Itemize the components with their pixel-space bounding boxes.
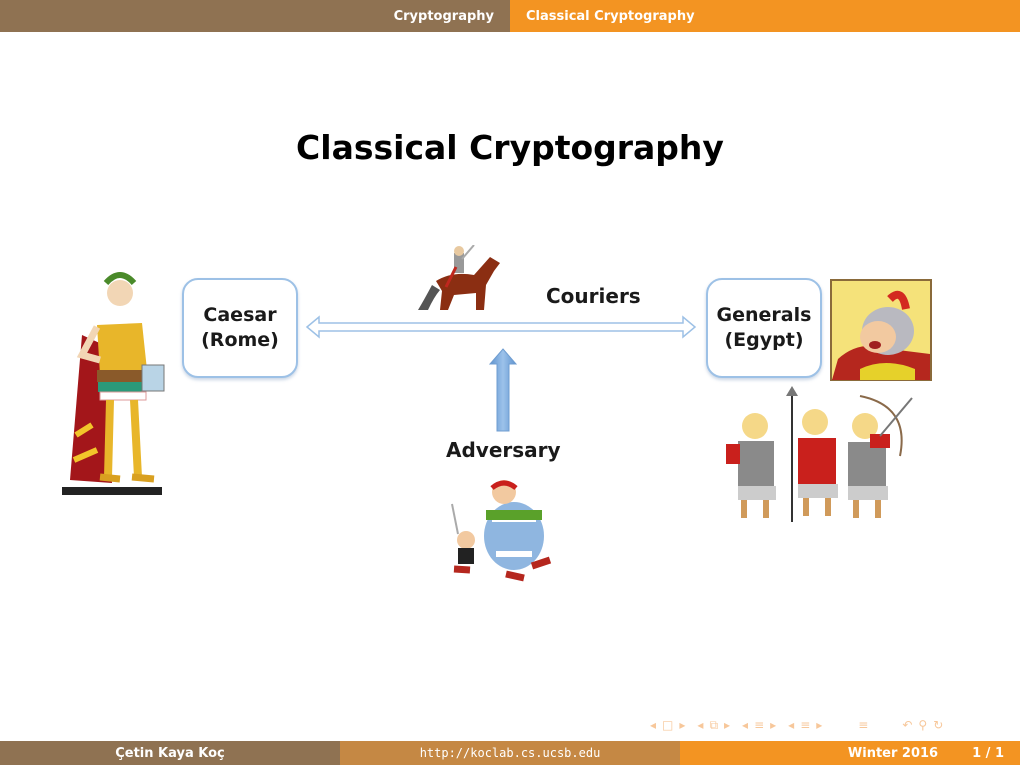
beamer-navigation: ◂ □ ▸ ◂ ⧉ ▸ ◂ ≡ ▸ ◂ ≡ ▸ ≡ ↶ ⚲ ↻: [650, 714, 943, 736]
redo-icon[interactable]: ↻: [933, 718, 943, 732]
headline-subsection[interactable]: Classical Cryptography: [510, 0, 1020, 32]
footer-term: Winter 2016: [847, 745, 939, 761]
subsection-icon[interactable]: ≡: [800, 718, 810, 732]
nav-prev-icon[interactable]: ◂: [650, 718, 656, 732]
horse-rider-courier: [418, 245, 500, 310]
slides-icon[interactable]: ⧉: [709, 718, 718, 733]
search-icon[interactable]: ⚲: [918, 718, 927, 732]
sender-name: Caesar: [203, 304, 277, 326]
align-icon[interactable]: ≡: [858, 718, 868, 732]
footer-url[interactable]: http://koclab.cs.ucsb.edu: [340, 741, 680, 765]
headline-section[interactable]: Cryptography: [0, 0, 510, 32]
nav-next-icon[interactable]: ▸: [816, 718, 822, 732]
nav-prev-icon[interactable]: ◂: [788, 718, 794, 732]
receiver-name: Generals: [716, 304, 812, 326]
nav-prev-icon[interactable]: ◂: [697, 718, 703, 732]
nav-next-icon[interactable]: ▸: [724, 718, 730, 732]
footer-bar: Çetin Kaya Koç http://koclab.cs.ucsb.edu…: [0, 741, 1020, 765]
page-number: 1 / 1: [972, 745, 1004, 761]
sender-box: Caesar (Rome): [182, 278, 298, 378]
centurion-portrait: [830, 279, 932, 381]
adversary-label: Adversary: [446, 438, 561, 462]
nav-prev-icon[interactable]: ◂: [742, 718, 748, 732]
sender-location: (Rome): [201, 329, 279, 351]
roman-soldiers: [726, 386, 913, 522]
adversary-arrow: [488, 348, 518, 432]
frame-icon[interactable]: □: [662, 718, 673, 732]
channel-label: Couriers: [546, 284, 641, 308]
receiver-location: (Egypt): [724, 329, 804, 351]
footer-info: Winter 2016 1 / 1: [680, 741, 1020, 765]
receiver-box: Generals (Egypt): [706, 278, 822, 378]
undo-icon[interactable]: ↶: [902, 718, 912, 732]
channel-double-arrow: [305, 315, 697, 339]
nav-next-icon[interactable]: ▸: [679, 718, 685, 732]
section-icon[interactable]: ≡: [754, 718, 764, 732]
caesar-figure: [62, 272, 165, 495]
footer-author: Çetin Kaya Koç: [0, 741, 340, 765]
headline-bar: Cryptography Classical Cryptography: [0, 0, 1020, 32]
asterix-obelix-adversary: [451, 480, 552, 582]
nav-next-icon[interactable]: ▸: [770, 718, 776, 732]
slide-title: Classical Cryptography: [296, 128, 724, 167]
